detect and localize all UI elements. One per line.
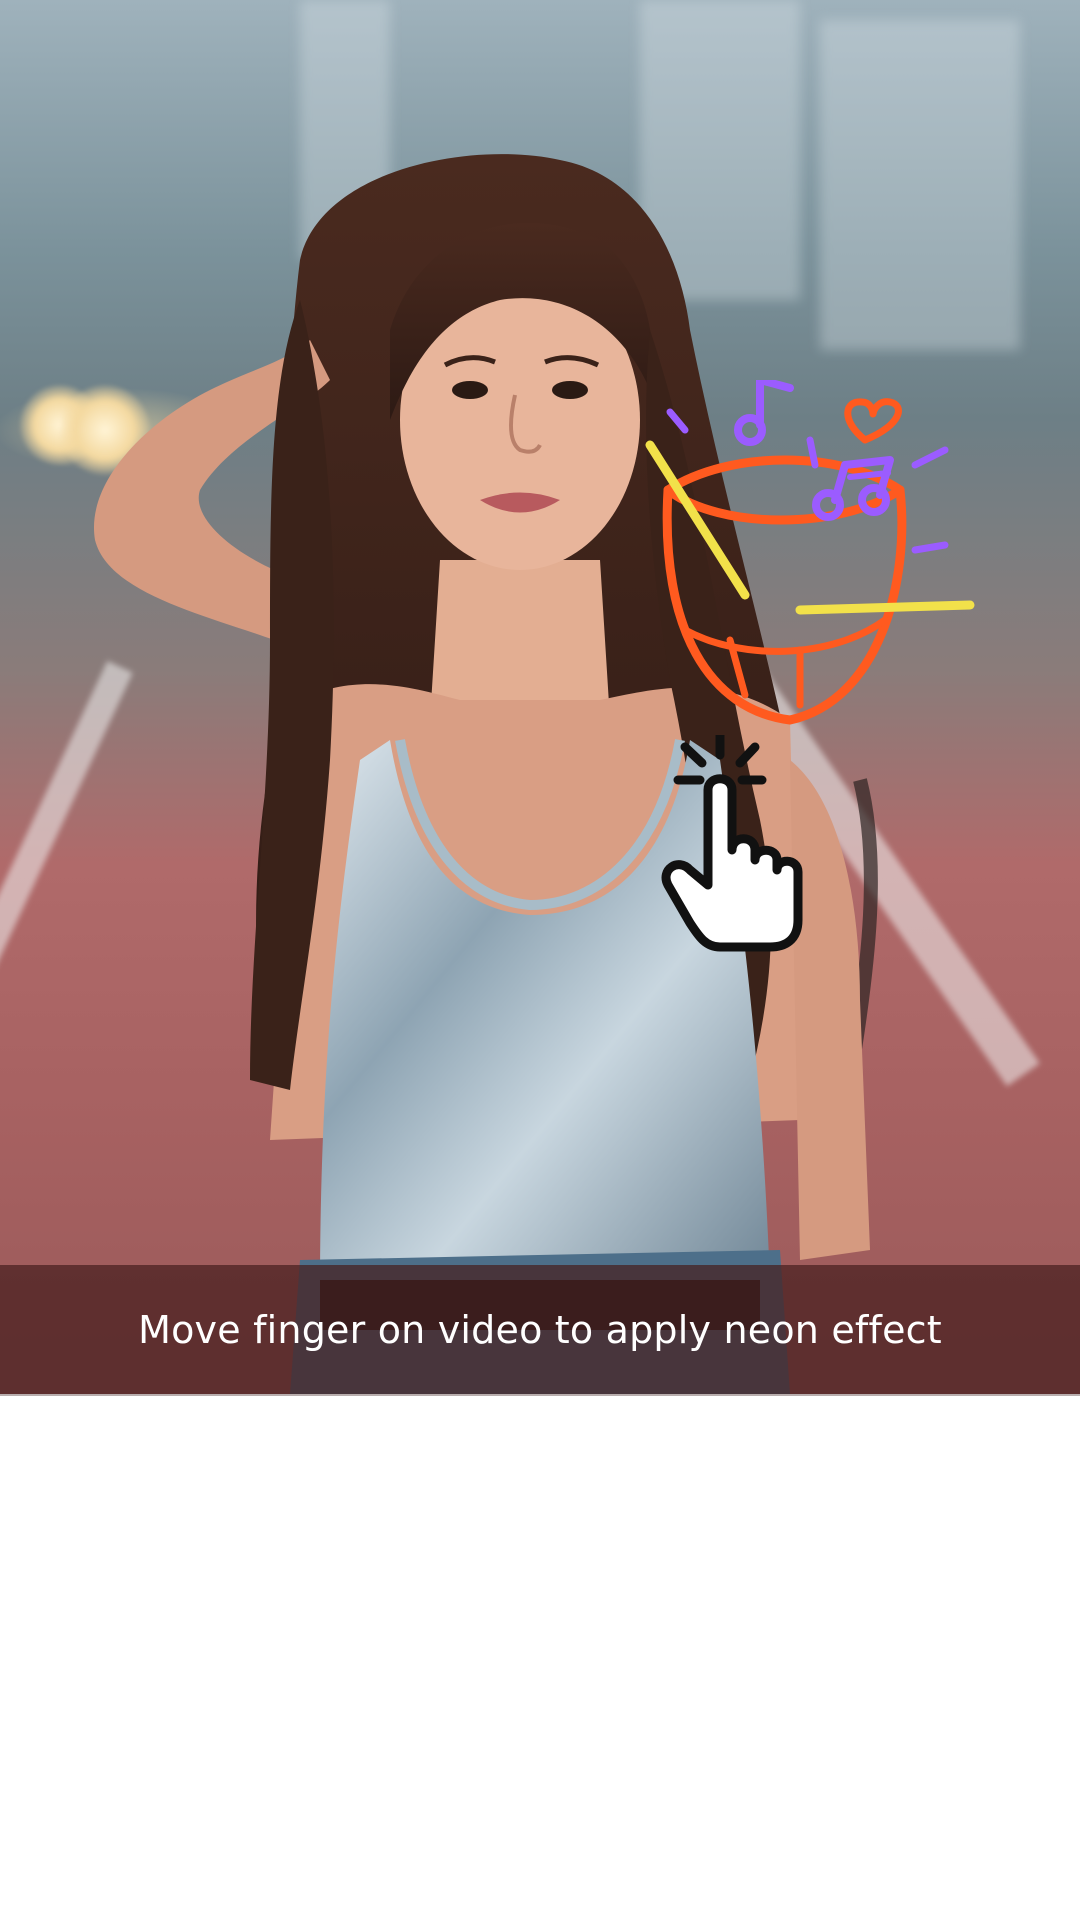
instruction-banner: Move finger on video to apply neon effec… [0, 1265, 1080, 1394]
neon-drum-music-icon [645, 380, 975, 725]
empty-panel [0, 1396, 1080, 1920]
editor-screen: Move finger on video to apply neon effec… [0, 0, 1080, 1920]
instruction-text: Move finger on video to apply neon effec… [138, 1307, 942, 1352]
video-canvas[interactable]: Move finger on video to apply neon effec… [0, 0, 1080, 1394]
tap-hand-icon [661, 735, 803, 952]
